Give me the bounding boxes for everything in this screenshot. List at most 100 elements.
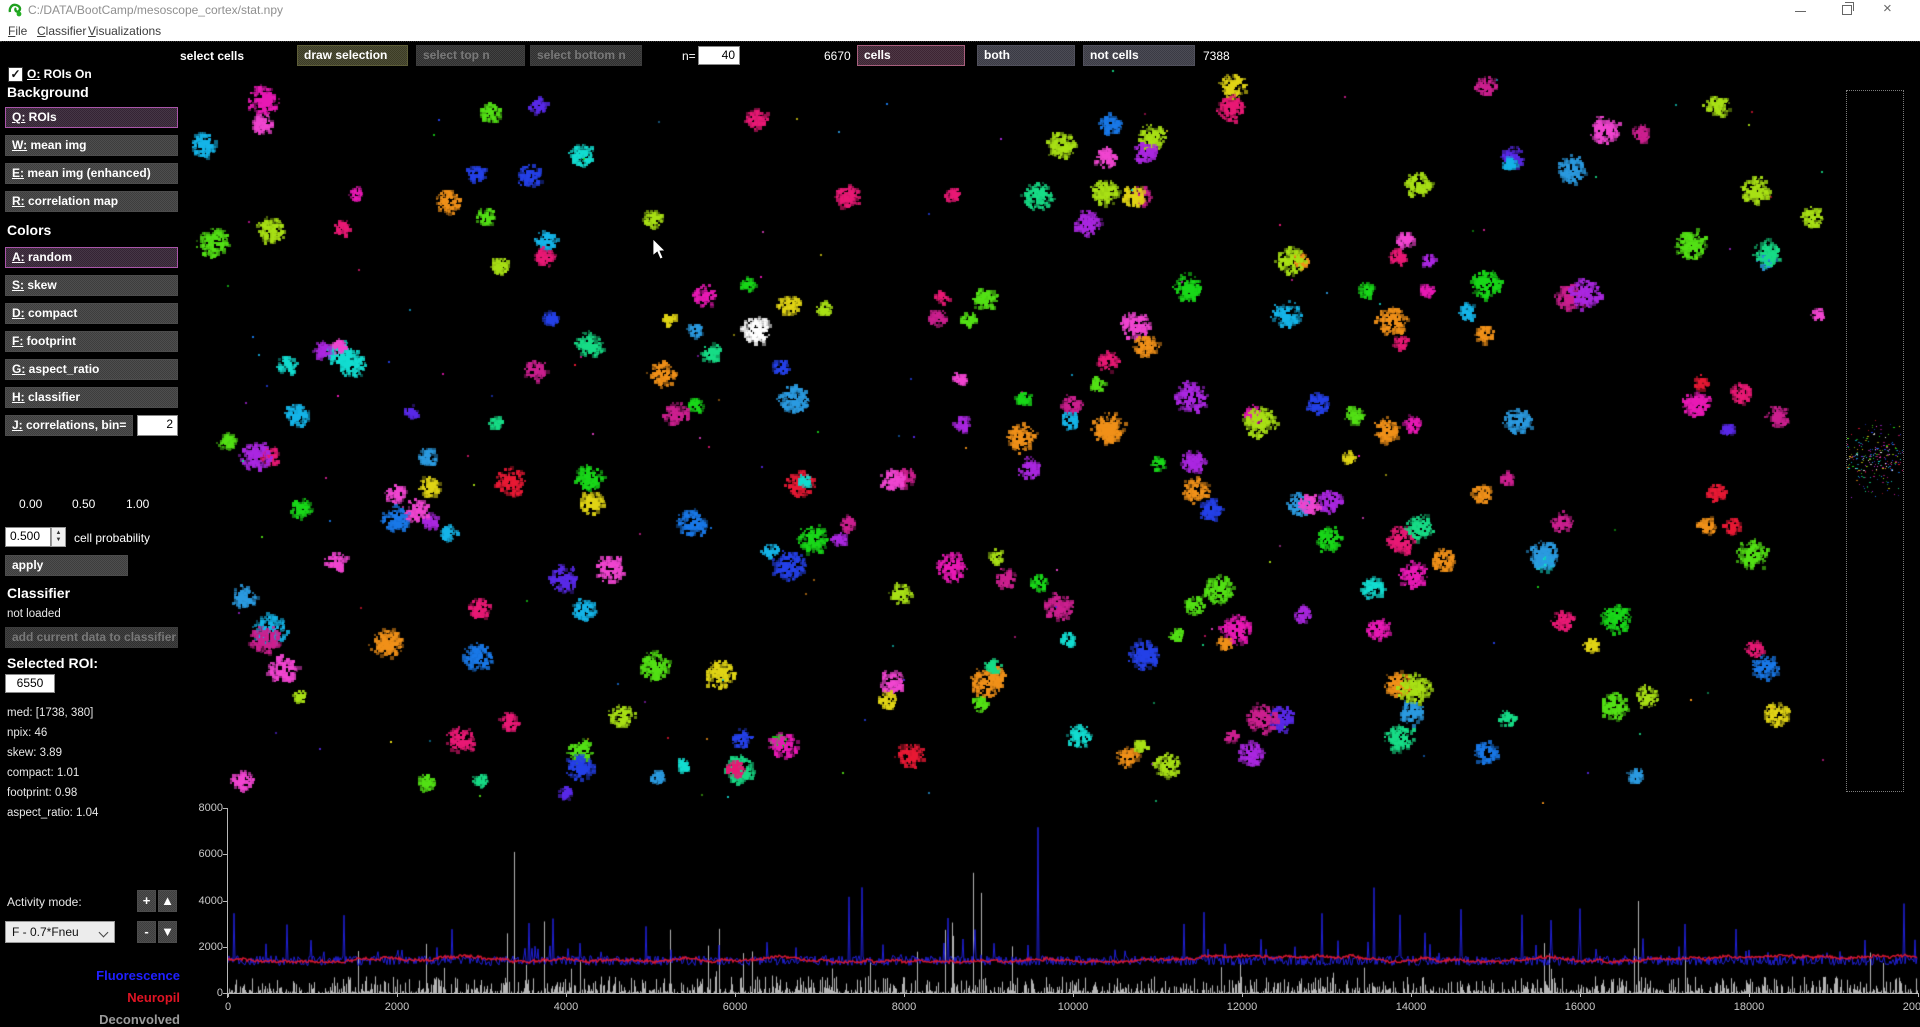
y-axis-line xyxy=(227,808,228,998)
background-button-correlation-map[interactable]: R: correlation map xyxy=(5,191,178,212)
legend-deconvolved: Deconvolved xyxy=(2,1012,180,1027)
menu-visualizations[interactable]: Visualizations xyxy=(88,24,161,38)
both-button[interactable]: both xyxy=(977,45,1075,66)
scale-label-50: 0.50 xyxy=(72,497,95,511)
spin-up-icon: ▲ xyxy=(56,530,62,537)
color-button-correlations[interactable]: J: correlations, bin= xyxy=(5,415,133,436)
x-tick-mark xyxy=(397,993,398,997)
x-tick-label: 18000 xyxy=(1719,1001,1779,1013)
suite2p-window: { "window": { "title": "C:/DATA/BootCamp… xyxy=(0,0,1920,1024)
color-button-classifier[interactable]: H: classifier xyxy=(5,387,178,408)
y-tick-mark xyxy=(223,808,227,809)
menu-bar xyxy=(0,20,1920,41)
legend-fluorescence: Fluorescence xyxy=(2,968,180,983)
x-tick-mark xyxy=(904,993,905,997)
roi-field-view[interactable] xyxy=(190,68,1838,804)
x-tick-mark xyxy=(1918,993,1919,997)
trace-up-button[interactable]: ▲ xyxy=(158,890,177,912)
x-tick-label: 6000 xyxy=(705,1001,765,1013)
trace-zoom-out-button[interactable]: - xyxy=(137,921,156,943)
selected-roi-heading: Selected ROI: xyxy=(7,655,98,671)
x-tick-label: 16000 xyxy=(1550,1001,1610,1013)
x-tick-label: 8000 xyxy=(874,1001,934,1013)
minimap-canvas xyxy=(1847,91,1903,791)
selected-roi-input[interactable]: 6550 xyxy=(5,674,55,693)
y-tick-label: 2000 xyxy=(183,941,223,953)
minimap-panel[interactable] xyxy=(1846,90,1904,792)
y-tick-label: 8000 xyxy=(183,802,223,814)
up-arrow-icon: ▲ xyxy=(161,893,174,908)
x-tick-mark xyxy=(1242,993,1243,997)
color-button-compact[interactable]: D: compact xyxy=(5,303,178,324)
menu-classifier[interactable]: Classifier xyxy=(37,24,86,38)
roi-stat-npix: npix: 46 xyxy=(7,727,47,739)
n-label: n= xyxy=(682,49,696,63)
x-tick-label: 20000 xyxy=(1888,1001,1920,1013)
legend-neuropil: Neuropil xyxy=(2,990,180,1005)
y-tick-mark xyxy=(223,947,227,948)
roi-stat-skew: skew: 3.89 xyxy=(7,747,62,759)
correlation-bin-input[interactable]: 2 xyxy=(137,415,178,436)
trace-down-button[interactable]: ▼ xyxy=(158,921,177,943)
spin-down-icon: ▼ xyxy=(56,537,62,544)
menu-file[interactable]: File xyxy=(8,24,27,38)
x-tick-label: 4000 xyxy=(536,1001,596,1013)
background-heading: Background xyxy=(7,84,89,100)
y-tick-label: 6000 xyxy=(183,848,223,860)
x-tick-mark xyxy=(566,993,567,997)
x-tick-mark xyxy=(735,993,736,997)
n-input[interactable]: 40 xyxy=(698,46,740,65)
draw-selection-button[interactable]: draw selection xyxy=(297,45,408,66)
select-top-n-button[interactable]: select top n xyxy=(416,45,525,66)
cell-probability-label: cell probability xyxy=(74,531,150,545)
trace-plot[interactable] xyxy=(228,808,1918,993)
rois-on-label: O: ROIs On xyxy=(27,67,92,81)
activity-mode-dropdown[interactable]: F - 0.7*Fneu xyxy=(5,921,115,943)
background-button-rois[interactable]: Q: ROIs xyxy=(5,107,178,128)
color-button-skew[interactable]: S: skew xyxy=(5,275,178,296)
apply-button[interactable]: apply xyxy=(5,555,128,576)
cells-count: 6670 xyxy=(824,49,851,63)
y-tick-mark xyxy=(223,854,227,855)
color-button-aspect-ratio[interactable]: G: aspect_ratio xyxy=(5,359,178,380)
down-arrow-icon: ▼ xyxy=(161,924,174,939)
add-to-classifier-button[interactable]: add current data to classifier xyxy=(5,627,178,648)
y-tick-mark xyxy=(223,901,227,902)
scale-label-0: 0.00 xyxy=(19,497,42,511)
mouse-cursor xyxy=(653,239,667,260)
not-cells-button[interactable]: not cells xyxy=(1083,45,1195,66)
roi-stat-compact: compact: 1.01 xyxy=(7,767,79,779)
classifier-heading: Classifier xyxy=(7,585,70,601)
cell-probability-stepper[interactable]: ▲▼ xyxy=(51,527,66,547)
select-cells-label: select cells xyxy=(180,49,244,63)
scale-label-100: 1.00 xyxy=(126,497,149,511)
close-button[interactable]: × xyxy=(1883,0,1892,17)
x-tick-label: 0 xyxy=(198,1001,258,1013)
not-cells-count: 7388 xyxy=(1203,49,1230,63)
x-tick-mark xyxy=(1580,993,1581,997)
x-tick-label: 2000 xyxy=(367,1001,427,1013)
y-tick-label: 0 xyxy=(183,987,223,999)
color-button-random[interactable]: A: random xyxy=(5,247,178,268)
trace-zoom-in-button[interactable]: + xyxy=(137,890,156,912)
window-title: C:/DATA/BootCamp/mesoscope_cortex/stat.n… xyxy=(28,3,283,17)
roi-stat-footprint: footprint: 0.98 xyxy=(7,787,77,799)
minimize-button[interactable] xyxy=(1795,11,1806,12)
x-tick-mark xyxy=(228,993,229,997)
activity-mode-label: Activity mode: xyxy=(7,895,82,909)
app-icon xyxy=(8,3,22,17)
select-bottom-n-button[interactable]: select bottom n xyxy=(530,45,642,66)
x-tick-label: 10000 xyxy=(1043,1001,1103,1013)
background-button-mean-img-enhanced[interactable]: E: mean img (enhanced) xyxy=(5,163,178,184)
roi-stat-med: med: [1738, 380] xyxy=(7,707,93,719)
x-tick-label: 14000 xyxy=(1381,1001,1441,1013)
title-bar: C:/DATA/BootCamp/mesoscope_cortex/stat.n… xyxy=(0,0,1920,20)
restore-button[interactable] xyxy=(1842,5,1852,15)
cell-probability-input[interactable]: 0.500 xyxy=(5,527,51,547)
y-tick-mark xyxy=(223,993,227,994)
background-button-mean-img[interactable]: W: mean img xyxy=(5,135,178,156)
color-button-footprint[interactable]: F: footprint xyxy=(5,331,178,352)
rois-on-checkbox[interactable]: ✓ xyxy=(8,67,23,82)
x-tick-mark xyxy=(1411,993,1412,997)
cells-button[interactable]: cells xyxy=(857,45,965,66)
